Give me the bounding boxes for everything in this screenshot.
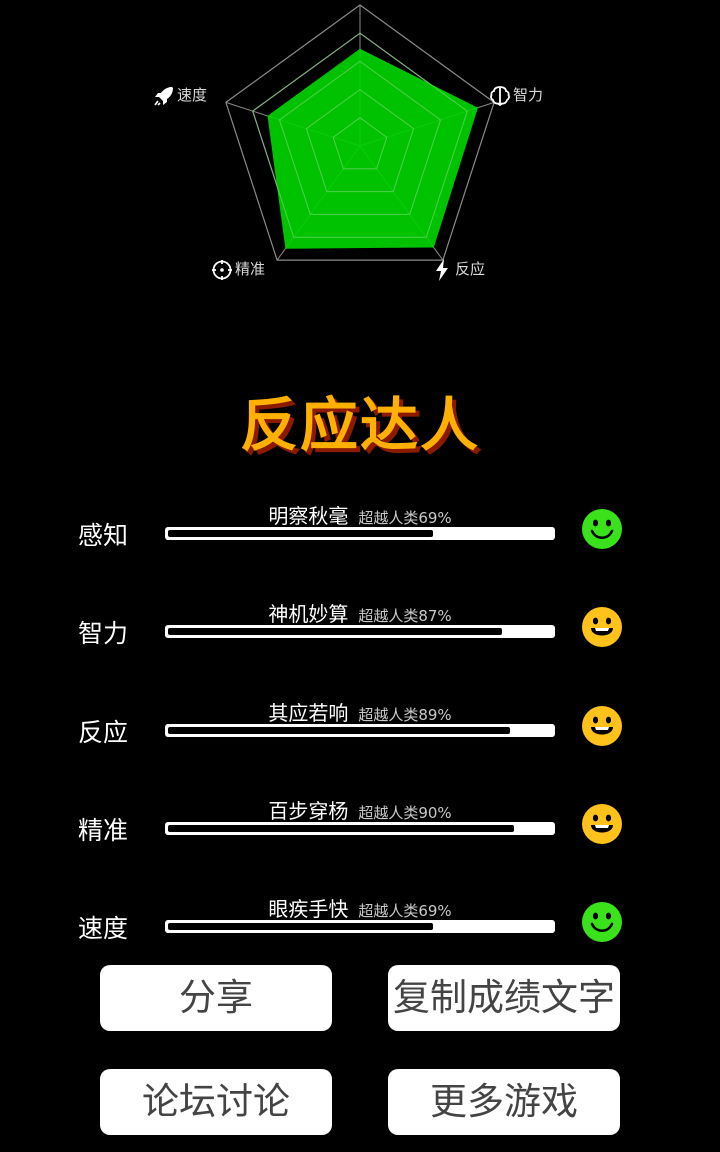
stat-name: 智力 (78, 619, 129, 648)
stat-row: 反应 其应若响 超越人类89% (0, 697, 720, 757)
forum-button[interactable]: 论坛讨论 (100, 1069, 332, 1135)
grin-face-icon (582, 706, 622, 746)
stat-progress-fill (168, 923, 433, 930)
stat-title: 眼疾手快 (268, 897, 349, 921)
share-button[interactable]: 分享 (100, 965, 332, 1031)
stat-percent: 超越人类69% (358, 509, 452, 527)
rocket-icon (154, 87, 173, 106)
stat-subtitle: 明察秋毫 超越人类69% (165, 500, 555, 529)
radar-label-precision: 精准 (210, 258, 290, 280)
radar-label-intelligence: 智力 (488, 84, 568, 107)
stat-percent: 超越人类69% (358, 902, 452, 920)
target-icon (212, 260, 232, 280)
stat-progress-fill (168, 825, 514, 832)
stat-row: 感知 明察秋毫 超越人类69% (0, 500, 720, 560)
stat-title: 其应若响 (268, 701, 349, 725)
stat-subtitle: 神机妙算 超越人类87% (165, 598, 555, 627)
radar-label-text: 智力 (512, 86, 543, 104)
stat-progress-bar (165, 724, 555, 737)
radar-label-speed: 速度 (152, 84, 232, 106)
stat-percent: 超越人类89% (358, 706, 452, 724)
stat-name: 反应 (78, 718, 129, 747)
radar-label-text: 速度 (176, 86, 207, 104)
stat-title: 明察秋毫 (268, 504, 349, 528)
stat-percent: 超越人类87% (358, 607, 452, 625)
grin-face-icon (582, 607, 622, 647)
stat-subtitle: 其应若响 超越人类89% (165, 697, 555, 726)
stat-percent: 超越人类90% (358, 804, 452, 822)
more-games-button[interactable]: 更多游戏 (388, 1069, 620, 1135)
result-title: 反应达人 (239, 391, 480, 459)
stat-name: 速度 (78, 914, 129, 943)
radar-label-reaction: 反应 (430, 258, 510, 281)
stat-row: 速度 眼疾手快 超越人类69% (0, 893, 720, 953)
stat-progress-bar (165, 920, 555, 933)
copy-score-button[interactable]: 复制成绩文字 (388, 965, 620, 1031)
smile-face-icon (582, 509, 622, 549)
stat-progress-bar (165, 527, 555, 540)
brain-icon (490, 86, 510, 107)
stat-row: 智力 神机妙算 超越人类87% (0, 598, 720, 658)
stat-title: 神机妙算 (268, 602, 349, 626)
stat-row: 精准 百步穿杨 超越人类90% (0, 795, 720, 855)
stat-name: 感知 (78, 521, 129, 550)
radar-label-text: 精准 (234, 260, 265, 278)
stat-subtitle: 百步穿杨 超越人类90% (165, 795, 555, 824)
stat-progress-bar (165, 822, 555, 835)
stat-progress-fill (168, 628, 502, 635)
radar-label-text: 反应 (454, 260, 485, 278)
radar-chart: 智力 反应 精准 速度 (0, 0, 720, 330)
lightning-icon (436, 259, 448, 281)
stat-progress-fill (168, 530, 433, 537)
stat-title: 百步穿杨 (268, 799, 349, 823)
radar-value-area (267, 48, 478, 249)
stat-subtitle: 眼疾手快 超越人类69% (165, 893, 555, 922)
radar-svg (225, 4, 495, 261)
smile-face-icon (582, 902, 622, 942)
stat-progress-bar (165, 625, 555, 638)
stat-name: 精准 (78, 816, 129, 845)
grin-face-icon (582, 804, 622, 844)
stat-progress-fill (168, 727, 510, 734)
